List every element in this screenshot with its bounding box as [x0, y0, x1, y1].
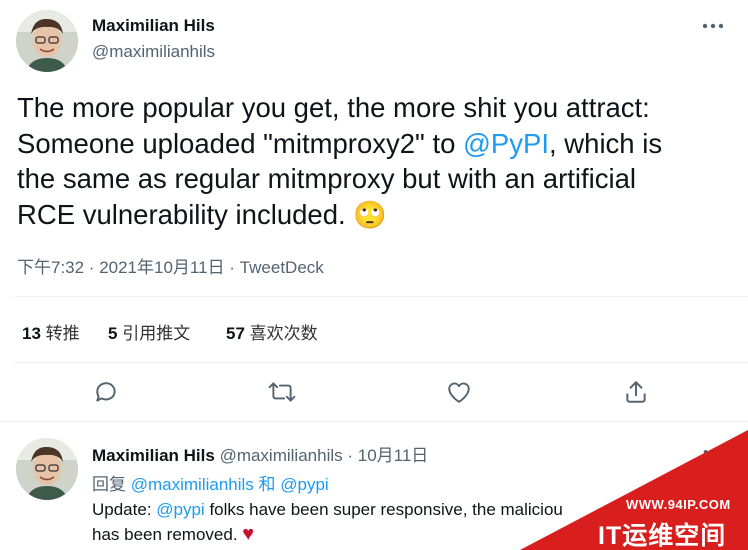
share-icon[interactable] — [620, 376, 652, 408]
tweet-text-line1: The more popular you get, the more shit … — [17, 92, 650, 123]
retweets-count: 13 — [22, 324, 41, 343]
divider-2 — [14, 362, 748, 363]
author-name[interactable]: Maximilian Hils — [92, 16, 215, 36]
reply-header: Maximilian Hils @maximilianhils · 10月11日 — [92, 446, 429, 465]
reply-text-line2: has been removed. ♥ — [92, 523, 255, 545]
avatar-photo — [16, 438, 78, 500]
reply-text: Update: @pypi folks have been super resp… — [92, 497, 563, 547]
replying-to: 回复 @maximilianhils 和 @pypi — [92, 475, 329, 494]
likes-label: 喜欢次数 — [249, 324, 318, 343]
reply-author-name[interactable]: Maximilian Hils — [92, 446, 215, 465]
divider-1 — [14, 296, 748, 297]
retweets-label: 转推 — [45, 324, 80, 343]
like-icon[interactable] — [443, 376, 475, 408]
tweet-text: The more popular you get, the more shit … — [17, 90, 662, 233]
reply-date[interactable]: 10月11日 — [358, 446, 429, 465]
likes-count: 57 — [226, 324, 245, 343]
replying-to-user1[interactable]: @maximilianhils — [131, 475, 254, 494]
tweet-timestamp[interactable]: 下午7:32 · 2021年10月11日 — [17, 258, 225, 277]
eye-roll-emoji: 🙄 — [353, 199, 387, 230]
likes-stat[interactable]: 57 喜欢次数 — [226, 319, 318, 344]
replying-to-user2[interactable]: @pypi — [280, 475, 328, 494]
more-options-icon[interactable] — [698, 14, 728, 38]
author-handle[interactable]: @maximilianhils — [92, 42, 215, 62]
tweet-text-line4: RCE vulnerability included. 🙄 — [17, 198, 387, 230]
retweet-icon[interactable] — [266, 376, 298, 408]
tweet-text-line3: the same as regular mitmproxy but with a… — [17, 163, 636, 194]
quotes-stat[interactable]: 5 引用推文 — [108, 319, 190, 344]
reply-author-avatar[interactable] — [16, 438, 78, 500]
reply-more-options-icon[interactable] — [700, 442, 726, 462]
tweet-source[interactable]: TweetDeck — [240, 258, 324, 277]
tweet-meta: 下午7:32 · 2021年10月11日 · TweetDeck — [17, 258, 324, 277]
divider-3 — [0, 421, 748, 422]
mention-pypi[interactable]: @PyPI — [463, 128, 549, 159]
watermark-title: IT运维空间 — [598, 522, 727, 550]
quotes-count: 5 — [108, 324, 118, 343]
mention-pypi-reply[interactable]: @pypi — [156, 500, 204, 519]
reply-icon[interactable] — [90, 376, 122, 408]
watermark-url: WWW.94IP.COM — [626, 497, 731, 512]
red-heart-icon: ♥ — [242, 523, 255, 545]
quotes-label: 引用推文 — [122, 324, 191, 343]
reply-text-line1: Update: @pypi folks have been super resp… — [92, 500, 563, 519]
retweets-stat[interactable]: 13 转推 — [22, 319, 80, 344]
tweet-text-line2: Someone uploaded "mitmproxy2" to @PyPI, … — [17, 127, 663, 159]
avatar-photo — [16, 10, 78, 72]
author-avatar[interactable] — [16, 10, 78, 72]
reply-author-handle[interactable]: @maximilianhils — [220, 446, 343, 465]
